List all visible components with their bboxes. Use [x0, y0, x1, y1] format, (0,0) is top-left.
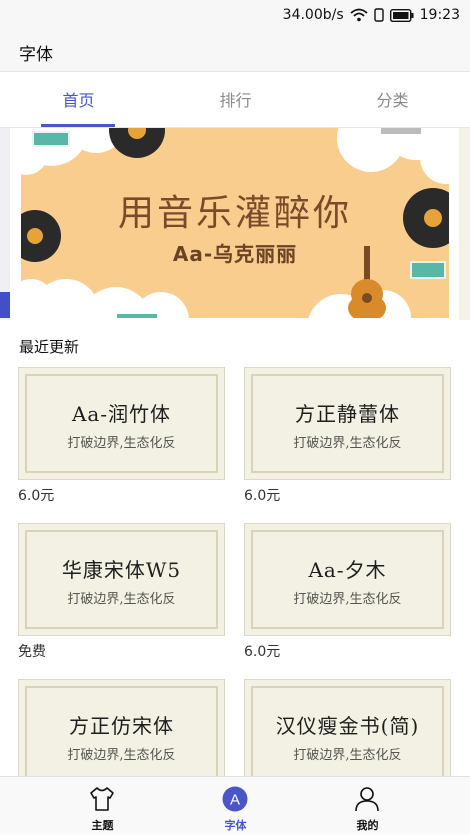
previous-banner-peek[interactable] — [0, 128, 10, 320]
font-price: 6.0元 — [244, 488, 281, 504]
tshirt-icon — [88, 785, 116, 813]
banner-slide[interactable]: 用音乐灌醉你 Aa-乌克丽丽 — [21, 128, 449, 318]
font-name: 方正静蕾体 — [295, 402, 400, 426]
font-card[interactable]: 华康宋体W5 打破边界,生态化反 免费 — [18, 523, 225, 660]
font-preview[interactable]: Aa-润竹体 打破边界,生态化反 — [18, 367, 225, 480]
nav-item-mine[interactable]: 我的 — [289, 777, 446, 836]
svg-text:A: A — [230, 792, 240, 809]
clock: 19:23 — [419, 7, 460, 23]
page-title: 字体 — [19, 45, 53, 65]
font-sample-text: 打破边界,生态化反 — [67, 748, 176, 763]
bottom-nav: 主题 A 字体 我的 — [0, 776, 470, 835]
font-sample-text: 打破边界,生态化反 — [293, 748, 402, 763]
font-preview[interactable]: 方正静蕾体 打破边界,生态化反 — [244, 367, 451, 480]
font-name: 汉仪瘦金书(简) — [275, 714, 420, 738]
font-a-icon: A — [221, 785, 249, 813]
font-name: Aa-夕木 — [308, 558, 387, 582]
vinyl-record-icon — [109, 128, 165, 158]
sim-icon — [373, 8, 384, 22]
next-banner-peek[interactable] — [459, 128, 470, 320]
status-indicators: 34.00b/s 19:23 — [283, 6, 460, 24]
app-bar: 字体 — [0, 30, 470, 72]
font-sample-text: 打破边界,生态化反 — [293, 436, 402, 451]
wifi-icon — [350, 8, 368, 22]
banner-title: 用音乐灌醉你 — [117, 193, 352, 234]
person-icon — [353, 785, 381, 813]
network-speed: 34.00b/s — [282, 7, 344, 23]
font-price: 6.0元 — [244, 644, 281, 660]
font-sample-text: 打破边界,生态化反 — [67, 436, 176, 451]
font-name: 方正仿宋体 — [69, 714, 174, 738]
font-name: Aa-润竹体 — [71, 402, 172, 426]
font-sample-text: 打破边界,生态化反 — [67, 592, 176, 607]
font-card[interactable]: Aa-润竹体 打破边界,生态化反 6.0元 — [18, 367, 225, 504]
font-price: 免费 — [18, 644, 46, 660]
banner-subtitle: Aa-乌克丽丽 — [172, 242, 298, 266]
font-card[interactable]: Aa-夕木 打破边界,生态化反 6.0元 — [244, 523, 451, 660]
banner-carousel[interactable]: 用音乐灌醉你 Aa-乌克丽丽 — [0, 128, 470, 320]
font-preview[interactable]: Aa-夕木 打破边界,生态化反 — [244, 523, 451, 636]
active-tab-indicator — [41, 124, 115, 127]
tab-home[interactable]: 首页 — [0, 72, 157, 128]
nav-label: 我的 — [356, 819, 379, 832]
font-price: 6.0元 — [18, 488, 55, 504]
font-preview[interactable]: 华康宋体W5 打破边界,生态化反 — [18, 523, 225, 636]
tab-ranking[interactable]: 排行 — [157, 72, 314, 128]
tab-category[interactable]: 分类 — [314, 72, 470, 128]
section-title-recent-updates: 最近更新 — [19, 338, 80, 356]
font-card[interactable]: 方正静蕾体 打破边界,生态化反 6.0元 — [244, 367, 451, 504]
top-tabs: 首页 排行 分类 — [0, 72, 470, 128]
status-bar: 34.00b/s 19:23 — [0, 0, 470, 30]
battery-icon — [389, 8, 414, 22]
font-name: 华康宋体W5 — [61, 558, 182, 582]
font-sample-text: 打破边界,生态化反 — [293, 592, 402, 607]
